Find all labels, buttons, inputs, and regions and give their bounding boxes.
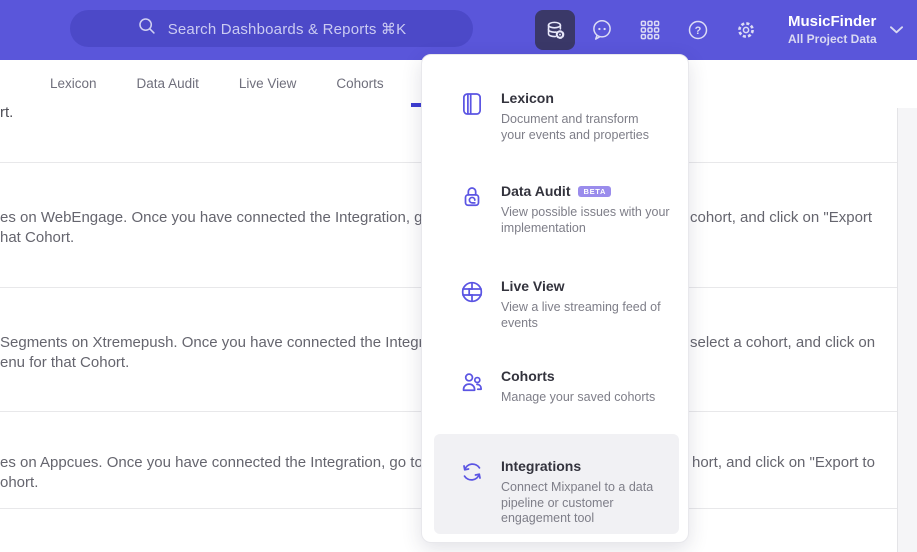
- table-row-fragment: cohort, and click on "Export: [690, 209, 873, 226]
- svg-text:?: ?: [695, 25, 702, 37]
- gear-icon: [734, 18, 758, 42]
- beta-badge: BETA: [578, 185, 612, 198]
- settings-button[interactable]: [726, 10, 766, 50]
- search-placeholder: Search Dashboards & Reports ⌘K: [167, 20, 407, 38]
- menu-item-title: Live View: [501, 278, 565, 294]
- integrations-sync-icon: [459, 459, 485, 485]
- menu-item-live-view[interactable]: Live View View a live streaming feed of …: [459, 279, 683, 331]
- project-name: MusicFinder: [788, 13, 877, 31]
- menu-item-description: Document and transform your events and p…: [501, 112, 650, 142]
- database-gear-icon: [543, 18, 568, 43]
- globe-icon: [459, 279, 485, 305]
- vertical-scrollbar[interactable]: [897, 108, 917, 552]
- project-switcher[interactable]: MusicFinder All Project Data: [788, 8, 903, 52]
- apps-dropdown-menu: Lexicon Document and transform your even…: [421, 54, 689, 543]
- table-row-fragment: es on WebEngage. Once you have connected…: [0, 209, 473, 226]
- tab-live-view[interactable]: Live View: [239, 76, 297, 91]
- table-row-fragment: hat Cohort.: [0, 229, 75, 246]
- menu-item-title: Integrations: [501, 458, 582, 474]
- menu-item-lexicon[interactable]: Lexicon Document and transform your even…: [459, 91, 683, 143]
- tab-cohorts[interactable]: Cohorts: [336, 76, 383, 91]
- lexicon-book-icon: [459, 91, 485, 117]
- data-management-button[interactable]: [535, 10, 575, 50]
- mixpanel-app: rt. es on WebEngage. Once you have conne…: [0, 0, 917, 552]
- help-icon: ?: [686, 18, 710, 42]
- table-row-fragment: select a cohort, and click on: [690, 334, 876, 351]
- apps-grid-button[interactable]: [630, 10, 670, 50]
- menu-item-description: Connect Mixpanel to a data pipeline or c…: [501, 480, 654, 525]
- tab-lexicon[interactable]: Lexicon: [50, 76, 97, 91]
- table-row-fragment: Segments on Xtremepush. Once you have co…: [0, 334, 461, 351]
- table-row-fragment: rt.: [0, 104, 14, 121]
- menu-item-data-audit[interactable]: Data Audit BETA View possible issues wit…: [459, 184, 683, 236]
- users-icon: [459, 369, 485, 395]
- search-input[interactable]: Search Dashboards & Reports ⌘K: [70, 10, 473, 47]
- menu-item-cohorts[interactable]: Cohorts Manage your saved cohorts: [459, 369, 683, 406]
- top-navigation-bar: Search Dashboards & Reports ⌘K ? MusicFi…: [0, 0, 917, 60]
- chevron-down-icon: [889, 21, 903, 39]
- menu-item-description: View possible issues with your implement…: [501, 205, 670, 235]
- menu-item-description: View a live streaming feed of events: [501, 300, 661, 330]
- menu-item-integrations[interactable]: Integrations Connect Mixpanel to a data …: [459, 459, 683, 527]
- lock-audit-icon: [459, 184, 485, 210]
- help-button[interactable]: ?: [678, 10, 718, 50]
- search-icon: [137, 16, 157, 41]
- table-row-fragment: ohort.: [0, 474, 39, 491]
- table-row-fragment: es on Appcues. Once you have connected t…: [0, 454, 465, 471]
- feedback-button[interactable]: [582, 10, 622, 50]
- table-row-fragment: hort, and click on "Export to: [692, 454, 875, 471]
- menu-item-title: Lexicon: [501, 90, 554, 106]
- apps-grid-icon: [638, 18, 662, 42]
- table-row-fragment: enu for that Cohort.: [0, 354, 130, 371]
- menu-item-title: Cohorts: [501, 368, 555, 384]
- menu-item-title: Data Audit: [501, 183, 571, 199]
- menu-item-description: Manage your saved cohorts: [501, 390, 656, 404]
- project-scope: All Project Data: [788, 31, 877, 46]
- tab-data-audit[interactable]: Data Audit: [137, 76, 199, 91]
- chat-smiley-icon: [590, 18, 614, 42]
- lexicon-tab-bar: Lexicon Data Audit Live View Cohorts: [50, 60, 384, 107]
